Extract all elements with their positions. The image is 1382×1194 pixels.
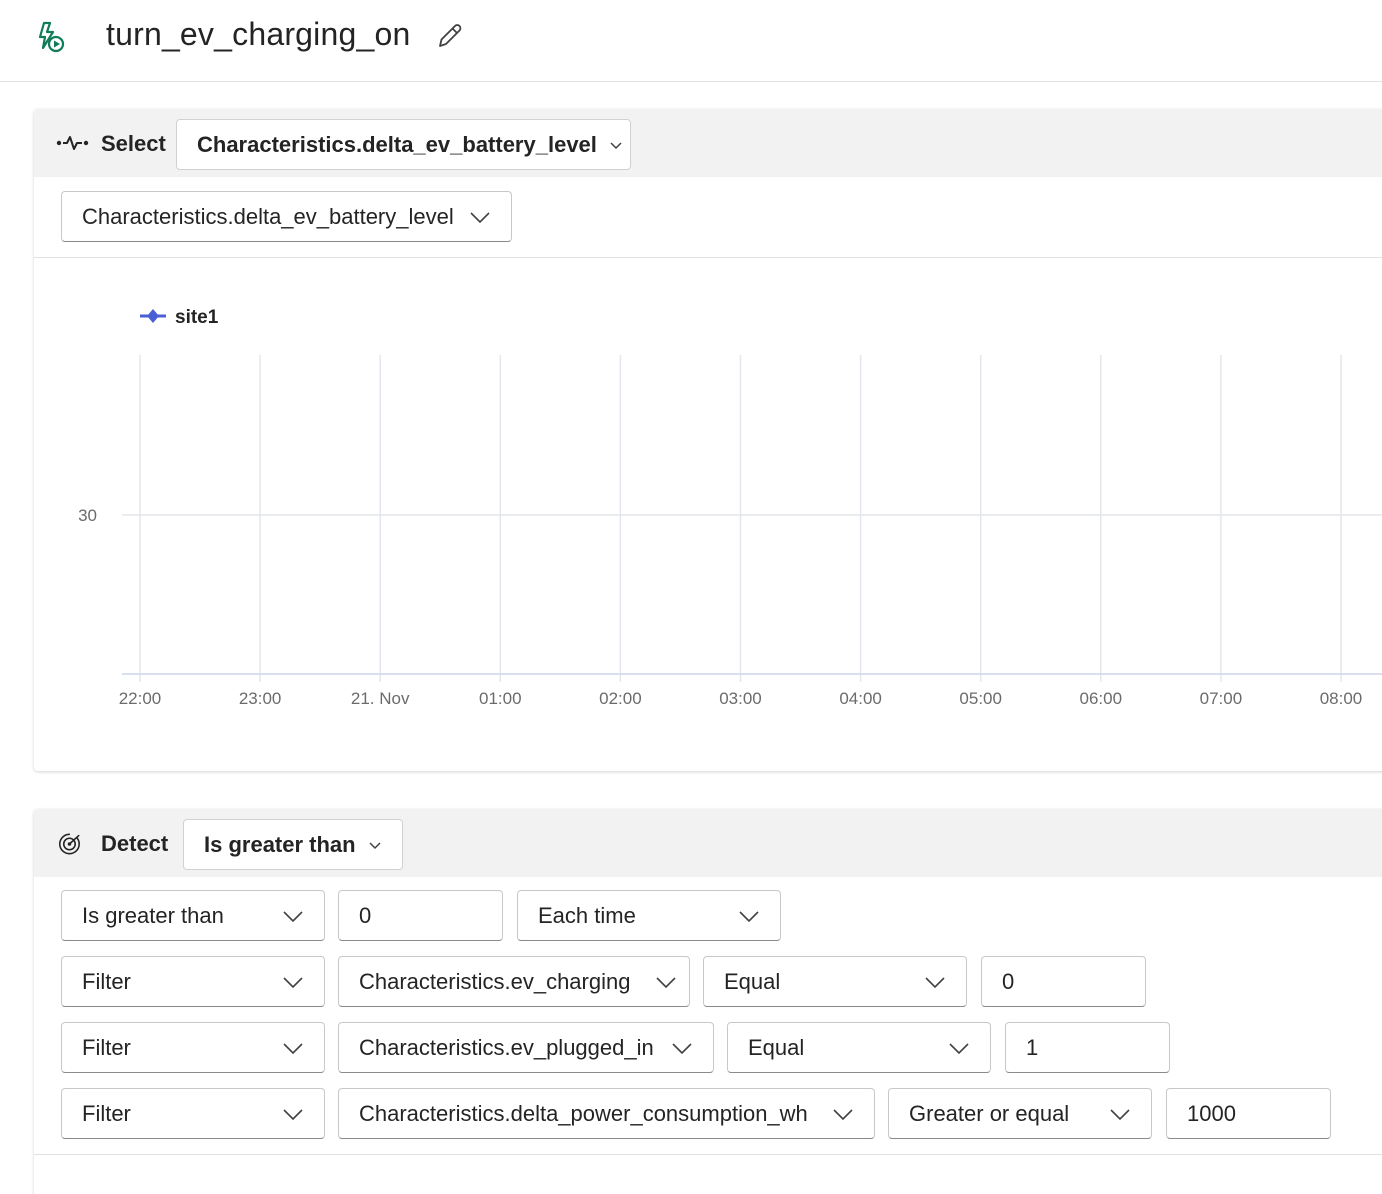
filter-type-value: Filter	[82, 968, 131, 994]
x-tick-label: 04:00	[839, 689, 882, 708]
x-axis-ticks: 22:00 23:00 21. Nov 01:00 02:00 03:00 04:00 05:…	[119, 689, 1363, 708]
chevron-down-icon	[672, 1042, 692, 1054]
condition-value-input[interactable]	[338, 890, 503, 941]
x-tick-label: 08:00	[1320, 689, 1363, 708]
page-header: turn_ev_charging_on	[0, 0, 1382, 82]
x-tick-label: 23:00	[239, 689, 282, 708]
select-label: Select	[101, 131, 166, 156]
filter-value-input[interactable]	[1005, 1022, 1170, 1073]
chevron-down-icon	[283, 976, 303, 988]
legend-item-site1: site1	[175, 307, 219, 328]
battery-level-chart: site1 22:00 23:00 21. Nov 01:00 02:00 03:00 04…	[78, 307, 1382, 708]
select-divider	[34, 257, 1382, 258]
filter-value-input[interactable]	[981, 956, 1146, 1007]
page-title: turn_ev_charging_on	[106, 16, 411, 52]
property-dropdown[interactable]: Characteristics.delta_ev_battery_level	[61, 191, 512, 242]
property-dropdown-value: Characteristics.delta_ev_battery_level	[82, 203, 454, 229]
x-tick-label: 03:00	[719, 689, 762, 708]
x-tick-label: 22:00	[119, 689, 162, 708]
x-tick-label: 21. Nov	[351, 689, 410, 708]
radar-icon	[58, 833, 80, 855]
occurrence-value: Each time	[538, 902, 636, 928]
chevron-down-icon	[656, 976, 676, 988]
filter-operator-value: Greater or equal	[909, 1100, 1070, 1126]
x-tick-label: 02:00	[599, 689, 642, 708]
chevron-down-icon	[925, 976, 945, 988]
filter-field-value: Characteristics.ev_plugged_in	[359, 1034, 654, 1060]
filter-operator-value: Equal	[724, 968, 781, 994]
chart-legend[interactable]: site1	[140, 307, 219, 328]
chart-grid	[122, 355, 1382, 682]
filter-type-dropdown[interactable]: Filter	[61, 1022, 325, 1073]
chevron-down-icon	[470, 211, 490, 223]
x-tick-label: 06:00	[1080, 689, 1123, 708]
chevron-down-icon	[283, 1042, 303, 1054]
filter-type-value: Filter	[82, 1034, 131, 1060]
chevron-down-icon	[833, 1108, 853, 1120]
chevron-down-icon	[610, 141, 622, 149]
detect-label: Detect	[101, 831, 169, 856]
filter-type-value: Filter	[82, 1100, 131, 1126]
filter-type-dropdown[interactable]: Filter	[61, 1088, 325, 1139]
detect-divider	[34, 1154, 1382, 1155]
condition-operator-dropdown[interactable]: Is greater than	[61, 890, 325, 941]
filter-operator-dropdown[interactable]: Equal	[727, 1022, 991, 1073]
chevron-down-icon	[369, 841, 381, 849]
detect-type-dropdown[interactable]: Is greater than	[183, 819, 403, 870]
filter-operator-value: Equal	[748, 1034, 805, 1060]
filter-field-dropdown[interactable]: Characteristics.ev_plugged_in	[338, 1022, 714, 1073]
filter-type-dropdown[interactable]: Filter	[61, 956, 325, 1007]
pencil-icon[interactable]	[434, 20, 466, 52]
filter-field-dropdown[interactable]: Characteristics.ev_charging	[338, 956, 690, 1007]
filter-operator-dropdown[interactable]: Greater or equal	[888, 1088, 1152, 1139]
y-tick-label: 30	[78, 506, 97, 525]
rule-play-icon	[38, 21, 65, 53]
legend-marker	[147, 309, 159, 323]
chevron-down-icon	[283, 1108, 303, 1120]
chevron-down-icon	[949, 1042, 969, 1054]
filter-operator-dropdown[interactable]: Equal	[703, 956, 967, 1007]
select-card: Select Characteristics.delta_ev_battery_…	[34, 109, 1382, 771]
x-tick-label: 05:00	[959, 689, 1002, 708]
x-tick-label: 07:00	[1200, 689, 1243, 708]
y-axis-ticks: 30	[78, 506, 97, 525]
chevron-down-icon	[739, 910, 759, 922]
select-event-dropdown[interactable]: Characteristics.delta_ev_battery_level	[176, 119, 631, 170]
filter-value-input[interactable]	[1166, 1088, 1331, 1139]
detect-card: Detect Is greater than Is greater than E…	[34, 809, 1382, 1194]
chevron-down-icon	[283, 910, 303, 922]
signal-wave-icon	[56, 136, 89, 150]
filter-field-value: Characteristics.ev_charging	[359, 968, 631, 994]
detect-type-dropdown-value: Is greater than	[204, 831, 356, 857]
select-event-dropdown-value: Characteristics.delta_ev_battery_level	[197, 131, 597, 157]
occurrence-dropdown[interactable]: Each time	[517, 890, 781, 941]
filter-field-dropdown[interactable]: Characteristics.delta_power_consumption_…	[338, 1088, 875, 1139]
detect-card-header: Detect Is greater than	[34, 809, 1382, 877]
condition-operator-value: Is greater than	[82, 902, 224, 928]
select-card-header: Select Characteristics.delta_ev_battery_…	[34, 109, 1382, 177]
chevron-down-icon	[1110, 1108, 1130, 1120]
filter-field-value: Characteristics.delta_power_consumption_…	[359, 1100, 808, 1126]
x-tick-label: 01:00	[479, 689, 522, 708]
